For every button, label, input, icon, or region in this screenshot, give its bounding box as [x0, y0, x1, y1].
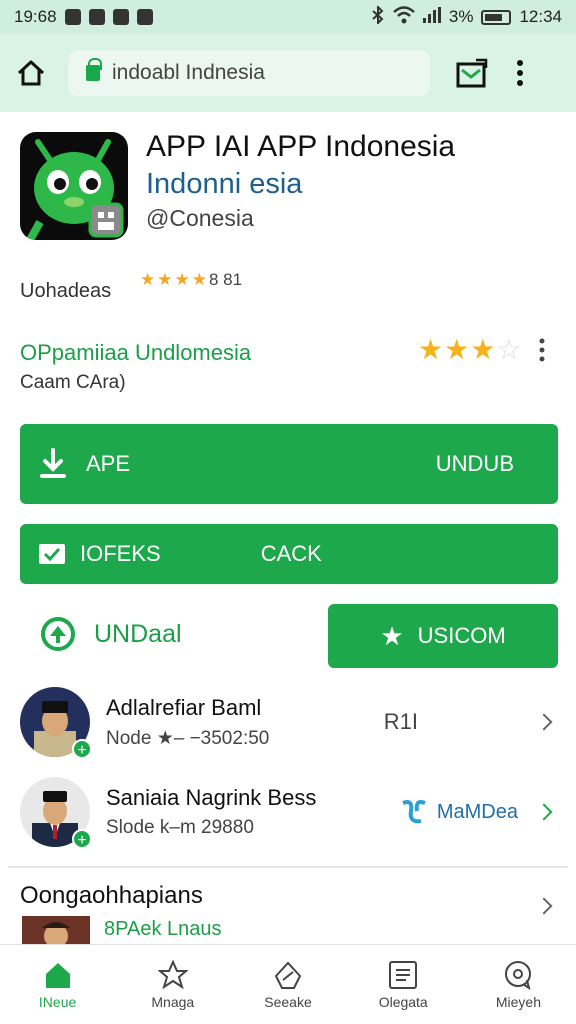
mail-check-icon — [38, 543, 66, 565]
add-badge-icon: + — [72, 829, 92, 849]
wifi-icon — [393, 5, 415, 29]
app-title: APP IAI APP Indonesia — [146, 130, 456, 163]
nav-label: Mieyeh — [495, 993, 541, 1010]
download-apk-button[interactable]: APE UNDUB — [20, 424, 558, 504]
star-icon: ★ — [470, 334, 497, 365]
star-empty-icon: ☆ — [496, 334, 523, 365]
nav-list[interactable]: Olegata — [346, 945, 461, 1024]
check-mid-label: CACK — [260, 541, 322, 566]
person-meta: Slode k–m 29880 — [106, 817, 254, 838]
nav-chat[interactable]: Mieyeh — [461, 945, 576, 1024]
tabs-icon[interactable] — [456, 58, 488, 88]
battery-percent: 3% — [448, 7, 474, 26]
nav-compass[interactable]: Seeake — [230, 945, 345, 1024]
promo-rating: ★★★☆ — [418, 333, 522, 366]
favorite-label: USICOM — [417, 623, 506, 648]
status-time-left: 19:68 — [14, 7, 57, 26]
person-name: Saniaia Nagrink Bess — [106, 785, 317, 810]
notification-icon — [64, 9, 81, 25]
app-icon — [20, 132, 128, 240]
list-icon — [388, 960, 418, 990]
person-badge: R1I — [383, 709, 418, 734]
promo-more-icon[interactable] — [538, 338, 546, 367]
avatar: + — [20, 687, 92, 759]
apk-label: APE — [86, 451, 131, 476]
chat-icon — [503, 960, 533, 990]
promo-subtitle: Caam CAra) — [20, 372, 126, 393]
promo-title[interactable]: OPpamiiaa Undlomesia — [20, 340, 251, 366]
star-icon: ★ — [157, 270, 173, 289]
list-item[interactable]: + Adlalrefiar Baml Node ★– −3502:50 R1I — [20, 682, 558, 762]
partner-label: MaMDea — [436, 800, 518, 823]
status-left: 19:68 — [14, 7, 153, 27]
apk-action-label: UNDUB — [435, 451, 514, 476]
chevron-right-icon[interactable] — [535, 803, 553, 821]
more-menu-icon[interactable] — [516, 59, 524, 87]
section-thumbnail — [22, 916, 90, 946]
avatar: + — [20, 777, 92, 849]
share-link[interactable]: UNDaal — [40, 616, 182, 652]
nav-label: Seeake — [264, 993, 312, 1010]
signal-icon — [422, 6, 441, 28]
bluetooth-icon — [371, 4, 385, 29]
nav-label: Olegata — [378, 993, 428, 1010]
star-icon: ★ — [380, 620, 404, 651]
status-bar: 19:68 3% 12:34 — [0, 0, 576, 34]
notification-icon — [136, 9, 153, 25]
divider — [8, 866, 568, 868]
section-subtitle[interactable]: 8PAek Lnaus — [104, 918, 222, 941]
list-item[interactable]: + Saniaia Nagrink Bess Slode k–m 29880 M… — [20, 772, 558, 852]
nav-star[interactable]: Mnaga — [115, 945, 230, 1024]
home-icon[interactable] — [16, 59, 46, 87]
app-developer[interactable]: @Conesia — [146, 205, 254, 232]
share-icon — [40, 616, 76, 652]
chevron-right-icon[interactable] — [535, 897, 558, 915]
app-rating: ★ ★ ★ ★ 8 81 — [140, 270, 242, 290]
star-icon: ★ — [174, 270, 190, 289]
updates-label: Uohadeas — [20, 280, 112, 302]
url-text: indoabl Indnesia — [112, 61, 265, 84]
status-right: 3% 12:34 — [371, 4, 562, 29]
star-icon: ★ — [191, 270, 207, 289]
chevron-right-icon[interactable] — [535, 713, 553, 731]
home-icon — [43, 960, 73, 990]
person-meta: Node ★– −3502:50 — [106, 727, 270, 749]
star-icon — [157, 959, 188, 990]
compass-icon — [272, 960, 304, 990]
check-left-label: IOFEKS — [80, 541, 161, 566]
star-icon: ★ — [444, 334, 471, 365]
nav-label: Mnaga — [151, 993, 195, 1010]
partner-link[interactable]: MaMDea — [399, 799, 518, 825]
add-badge-icon: + — [72, 739, 92, 759]
partner-logo-icon — [399, 799, 429, 825]
share-label: UNDaal — [94, 619, 182, 648]
notification-icon — [112, 9, 129, 25]
nav-home[interactable]: INeue — [0, 945, 115, 1024]
lock-icon — [86, 58, 102, 81]
app-subtitle: Indonni esia — [146, 168, 303, 200]
bottom-navigation: INeue Mnaga Seeake Olegata Mieyeh — [0, 944, 576, 1024]
download-icon — [38, 448, 68, 480]
star-icon: ★ — [140, 270, 156, 289]
section-title[interactable]: Oongaohhapians — [20, 882, 203, 910]
status-time-right: 12:34 — [519, 7, 562, 26]
rating-value: 8 81 — [209, 270, 243, 289]
star-icon: ★ — [418, 334, 445, 365]
address-bar[interactable]: indoabl Indnesia — [68, 50, 430, 96]
person-name: Adlalrefiar Baml — [106, 694, 262, 720]
check-button[interactable]: IOFEKS CACK — [20, 524, 558, 584]
nav-label: INeue — [38, 993, 77, 1010]
battery-icon — [481, 9, 512, 25]
notification-icon — [88, 9, 105, 25]
favorite-button[interactable]: ★ USICOM — [328, 604, 558, 668]
browser-toolbar: indoabl Indnesia — [0, 34, 576, 112]
